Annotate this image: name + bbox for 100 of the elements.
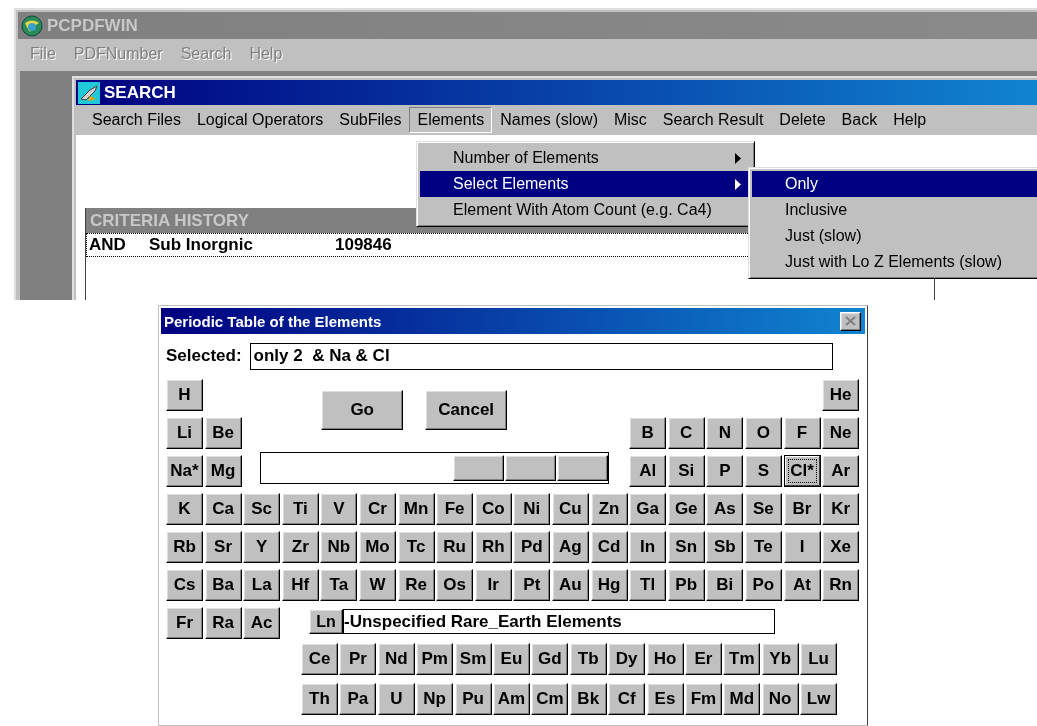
element-button[interactable]: Lu bbox=[800, 643, 838, 675]
element-button[interactable]: Y bbox=[243, 531, 281, 563]
element-button[interactable]: Co bbox=[474, 493, 512, 525]
element-button[interactable]: Ga bbox=[629, 493, 667, 525]
element-button[interactable]: Tl bbox=[629, 569, 667, 601]
element-button[interactable]: Pm bbox=[416, 643, 454, 675]
element-button[interactable]: O bbox=[744, 417, 782, 449]
element-button[interactable]: Fe bbox=[436, 493, 474, 525]
element-button[interactable]: Hf bbox=[281, 569, 319, 601]
element-button[interactable]: Te bbox=[744, 531, 782, 563]
element-button[interactable]: Sr bbox=[204, 531, 242, 563]
menu-item[interactable]: SubFiles bbox=[331, 107, 410, 133]
element-button[interactable]: C bbox=[667, 417, 705, 449]
element-button[interactable]: Ba bbox=[204, 569, 242, 601]
element-button[interactable]: Ge bbox=[667, 493, 705, 525]
element-button[interactable]: Hg bbox=[590, 569, 628, 601]
element-button[interactable]: Ar bbox=[822, 455, 860, 487]
element-button[interactable]: Ra bbox=[204, 607, 242, 639]
element-button[interactable]: P bbox=[706, 455, 744, 487]
element-button[interactable]: Nd bbox=[377, 643, 415, 675]
element-button[interactable]: Sm bbox=[454, 643, 492, 675]
element-button[interactable]: Po bbox=[744, 569, 782, 601]
element-button[interactable]: Au bbox=[551, 569, 589, 601]
element-button[interactable]: Pa bbox=[339, 683, 377, 715]
menu-item[interactable]: Help bbox=[885, 107, 935, 133]
element-button[interactable]: Yb bbox=[761, 643, 799, 675]
menu-item[interactable]: Inclusive bbox=[752, 197, 1037, 223]
element-button[interactable]: S bbox=[744, 455, 782, 487]
element-button[interactable]: Sb bbox=[706, 531, 744, 563]
element-button[interactable]: F bbox=[783, 417, 821, 449]
element-button[interactable]: Cd bbox=[590, 531, 628, 563]
element-button[interactable]: Xe bbox=[822, 531, 860, 563]
dialog-button[interactable]: Cancel bbox=[425, 390, 508, 430]
menu-item[interactable]: Elements bbox=[409, 107, 493, 133]
element-button[interactable]: Pt bbox=[513, 569, 551, 601]
element-button[interactable]: Ni bbox=[513, 493, 551, 525]
element-button[interactable]: Ca bbox=[204, 493, 242, 525]
element-button[interactable]: Ce bbox=[301, 643, 338, 675]
element-button[interactable]: At bbox=[783, 569, 821, 601]
element-button[interactable]: Sn bbox=[667, 531, 705, 563]
element-button[interactable]: He bbox=[822, 379, 860, 411]
element-button[interactable]: Er bbox=[684, 643, 722, 675]
element-button[interactable]: Cm bbox=[531, 683, 569, 715]
element-button[interactable]: Ir bbox=[474, 569, 512, 601]
blank-button[interactable] bbox=[557, 455, 609, 481]
close-button[interactable] bbox=[840, 311, 861, 331]
element-button[interactable]: Cs bbox=[166, 569, 203, 601]
element-button[interactable]: Dy bbox=[608, 643, 646, 675]
element-button[interactable]: Es bbox=[646, 683, 684, 715]
element-button[interactable]: Ru bbox=[436, 531, 474, 563]
element-button[interactable]: Be bbox=[204, 417, 242, 449]
menu-item[interactable]: Only bbox=[752, 171, 1037, 197]
element-button[interactable]: Al bbox=[629, 455, 667, 487]
menu-item[interactable]: Element With Atom Count (e.g. Ca4) bbox=[420, 197, 751, 223]
element-button[interactable]: Cf bbox=[608, 683, 646, 715]
element-button[interactable]: Fm bbox=[684, 683, 722, 715]
element-button[interactable]: Kr bbox=[822, 493, 860, 525]
element-button[interactable]: Pd bbox=[513, 531, 551, 563]
element-button[interactable]: N bbox=[706, 417, 744, 449]
element-button[interactable]: Ac bbox=[243, 607, 281, 639]
element-button[interactable]: Tm bbox=[723, 643, 761, 675]
element-button[interactable]: Br bbox=[783, 493, 821, 525]
element-button[interactable]: U bbox=[377, 683, 415, 715]
element-button[interactable]: Lw bbox=[800, 683, 838, 715]
element-button[interactable]: Mn bbox=[397, 493, 435, 525]
element-button[interactable]: Rh bbox=[474, 531, 512, 563]
element-button[interactable]: Ho bbox=[646, 643, 684, 675]
element-button[interactable]: Cr bbox=[358, 493, 396, 525]
element-button[interactable]: Cl* bbox=[783, 455, 821, 487]
element-button[interactable]: Bi bbox=[706, 569, 744, 601]
menu-item[interactable]: Search Result bbox=[654, 107, 772, 133]
selected-field[interactable]: only 2 & Na & Cl bbox=[249, 342, 833, 370]
element-button[interactable]: Rb bbox=[166, 531, 203, 563]
element-button[interactable]: Fr bbox=[166, 607, 203, 639]
element-button[interactable]: Am bbox=[492, 683, 530, 715]
menu-item[interactable]: Delete bbox=[771, 107, 834, 133]
element-button[interactable]: Pu bbox=[454, 683, 492, 715]
element-button[interactable]: Th bbox=[301, 683, 338, 715]
element-button[interactable]: W bbox=[358, 569, 396, 601]
element-button[interactable]: Ne bbox=[822, 417, 860, 449]
element-button[interactable]: Na* bbox=[166, 455, 203, 487]
blank-button[interactable] bbox=[453, 455, 505, 481]
element-button[interactable]: Zr bbox=[281, 531, 319, 563]
element-button[interactable]: Li bbox=[166, 417, 203, 449]
element-button[interactable]: H bbox=[166, 379, 203, 411]
element-button[interactable]: Ti bbox=[281, 493, 319, 525]
element-button[interactable]: K bbox=[166, 493, 203, 525]
menu-item[interactable]: Number of Elements bbox=[420, 145, 751, 171]
menu-item[interactable]: Back bbox=[833, 107, 886, 133]
dialog-button[interactable]: Go bbox=[321, 390, 404, 430]
element-button[interactable]: In bbox=[629, 531, 667, 563]
element-button[interactable]: Mo bbox=[358, 531, 396, 563]
element-button[interactable]: La bbox=[243, 569, 281, 601]
element-button[interactable]: Np bbox=[416, 683, 454, 715]
element-button[interactable]: Nb bbox=[320, 531, 358, 563]
element-button[interactable]: Pb bbox=[667, 569, 705, 601]
menu-item[interactable]: Search Files bbox=[84, 107, 189, 133]
element-button[interactable]: Zn bbox=[590, 493, 628, 525]
element-button[interactable]: Bk bbox=[569, 683, 607, 715]
element-button[interactable]: Ag bbox=[551, 531, 589, 563]
